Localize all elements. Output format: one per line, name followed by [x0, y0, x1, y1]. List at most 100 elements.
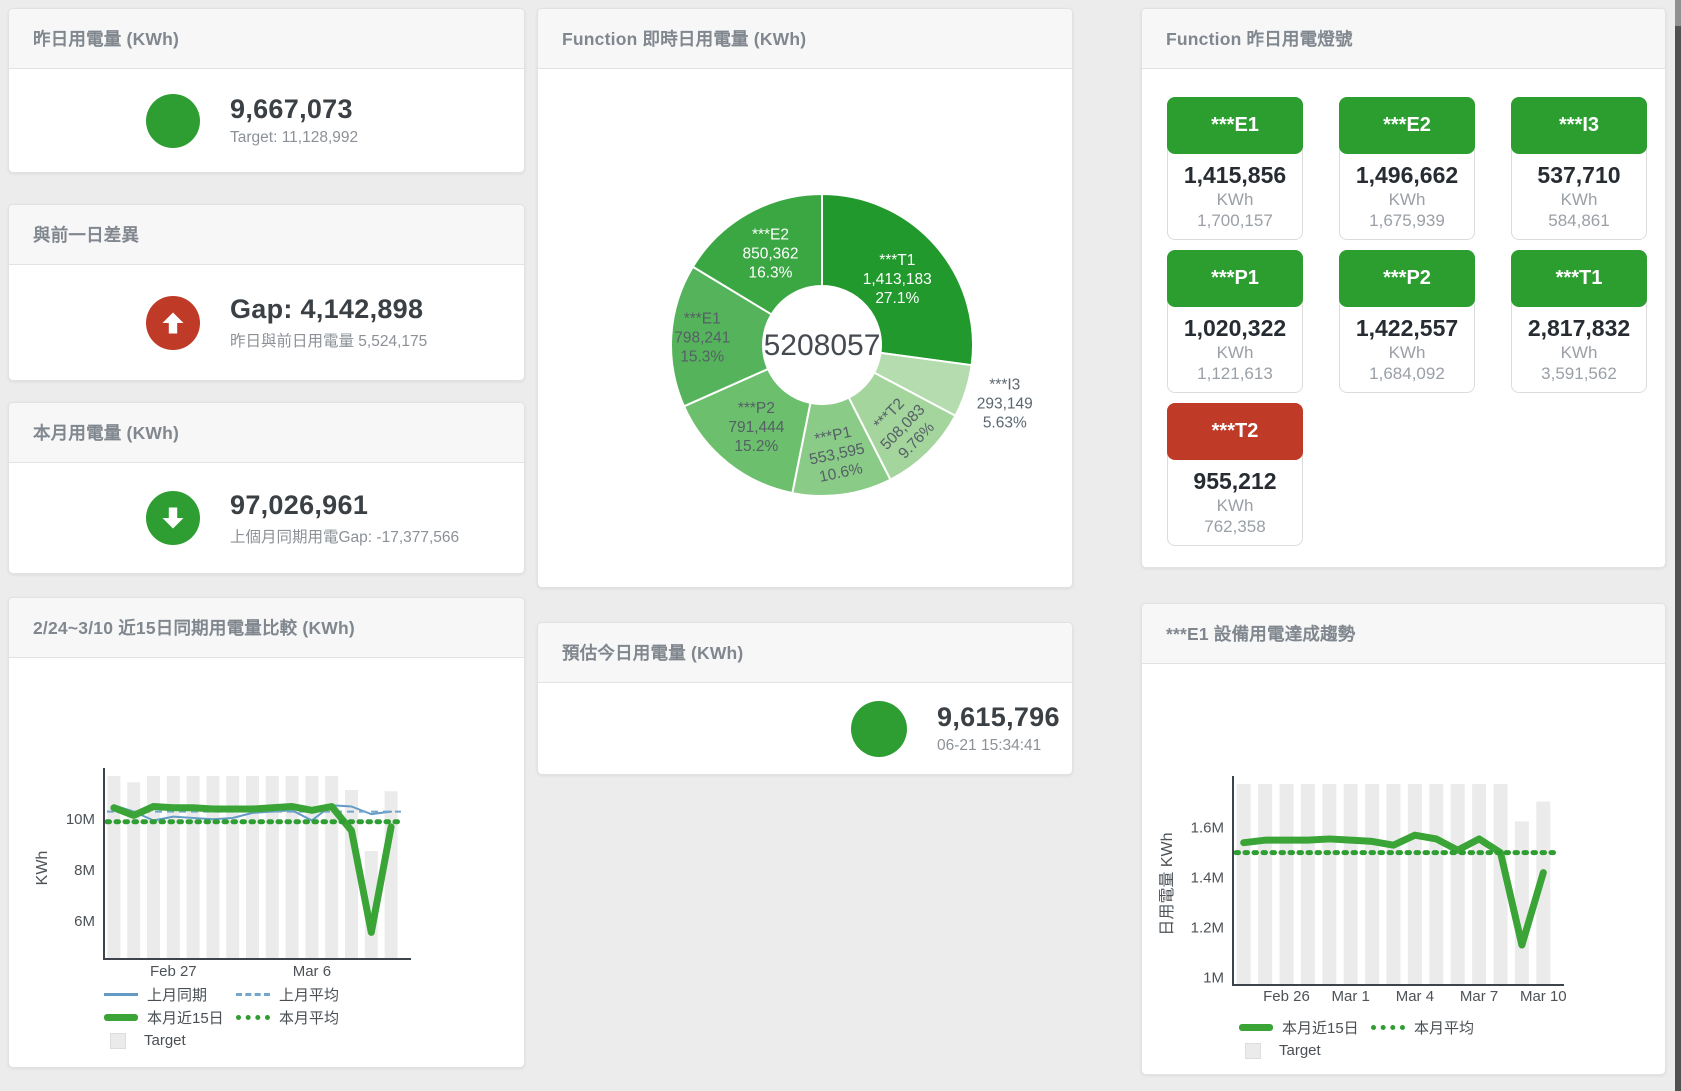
card-header: 預估今日用電量 (KWh): [538, 623, 1072, 683]
legend-label: 本月平均: [1414, 1017, 1474, 1038]
tile-value: 1,415,856: [1168, 162, 1302, 189]
target-bar: [1408, 784, 1422, 985]
y-tick-label: 8M: [74, 862, 95, 879]
card-header: 本月用電量 (KWh): [9, 403, 524, 463]
tile-target: 3,591,562: [1512, 364, 1646, 384]
svg-text:798,241: 798,241: [674, 329, 730, 346]
svg-text:***I3: ***I3: [989, 377, 1020, 394]
target-bar: [1429, 784, 1443, 985]
tile-name: ***E1: [1167, 97, 1303, 154]
target-bar: [167, 776, 180, 959]
tile-value: 2,817,832: [1512, 315, 1646, 342]
kpi-subtitle: Target: 11,128,992: [230, 129, 358, 147]
target-bar: [345, 790, 358, 959]
card-month-usage: 本月用電量 (KWh) 97,026,961 上個月同期用電Gap: -17,3…: [8, 402, 525, 574]
x-tick-label: Mar 10: [1520, 988, 1567, 1005]
legend-item-line[interactable]: 本月近15日: [104, 1007, 236, 1028]
tile-unit: KWh: [1340, 190, 1474, 210]
legend-label: 上月同期: [147, 984, 207, 1005]
svg-text:***E2: ***E2: [752, 227, 789, 244]
legend-item-bar[interactable]: Target: [104, 1032, 236, 1049]
legend-swatch-icon: [1371, 1025, 1405, 1030]
y-tick-label: 10M: [66, 811, 95, 828]
svg-text:16.3%: 16.3%: [748, 265, 792, 282]
tile-value: 537,710: [1512, 162, 1646, 189]
card-compare-chart: 2/24~3/10 近15日同期用電量比較 (KWh) 6M8M10MFeb 2…: [8, 597, 525, 1068]
x-tick-label: Mar 6: [293, 963, 331, 980]
legend-item-line[interactable]: 本月近15日: [1239, 1017, 1371, 1038]
target-bar: [385, 791, 398, 959]
svg-text:***P2: ***P2: [738, 400, 775, 417]
compare-chart-legend: 上月同期 上月平均本月近15日 本月平均 Target: [104, 983, 368, 1052]
target-bar: [1515, 821, 1529, 985]
kpi-value: 9,667,073: [230, 94, 358, 125]
tile-target: 584,861: [1512, 211, 1646, 231]
target-bar: [246, 776, 259, 959]
light-tile-E2: ***E21,496,662KWh1,675,939: [1339, 97, 1475, 240]
scrollbar[interactable]: [1675, 0, 1681, 1091]
card-header: 昨日用電量 (KWh): [9, 9, 524, 69]
legend-label: Target: [144, 1032, 186, 1049]
tile-value: 1,496,662: [1340, 162, 1474, 189]
x-tick-label: Mar 1: [1332, 988, 1370, 1005]
tile-value: 955,212: [1168, 468, 1302, 495]
y-tick-label: 1.4M: [1191, 870, 1224, 887]
y-tick-label: 6M: [74, 913, 95, 930]
kpi-value: Gap: 4,142,898: [230, 294, 427, 325]
legend-swatch-icon: [236, 993, 270, 996]
scrollbar-thumb[interactable]: [1675, 0, 1681, 26]
donut-chart: ***T11,413,18327.1%***I3293,1495.63%***T…: [538, 69, 1074, 589]
tile-name: ***P2: [1339, 250, 1475, 307]
card-lights: Function 昨日用電燈號 ***E11,415,856KWh1,700,1…: [1141, 8, 1666, 568]
card-header: Function 即時日用電量 (KWh): [538, 9, 1072, 69]
legend-swatch-icon: [110, 1033, 126, 1049]
legend-item-line[interactable]: 上月同期: [104, 984, 236, 1005]
x-tick-label: Mar 7: [1460, 988, 1498, 1005]
legend-swatch-icon: [104, 993, 138, 996]
legend-item-dashed[interactable]: 上月平均: [236, 984, 368, 1005]
target-bar: [1344, 784, 1358, 985]
legend-label: 上月平均: [279, 984, 339, 1005]
legend-swatch-icon: [1245, 1043, 1261, 1059]
svg-text:***E1: ***E1: [684, 310, 721, 327]
svg-text:***T1: ***T1: [879, 252, 915, 269]
legend-item-dotted[interactable]: 本月平均: [236, 1007, 368, 1028]
legend-swatch-icon: [104, 1014, 138, 1021]
target-bar: [305, 776, 318, 959]
kpi-subtitle: 昨日與前日用電量 5,524,175: [230, 329, 427, 351]
target-bar: [187, 776, 200, 959]
target-bar: [1322, 784, 1336, 985]
tile-unit: KWh: [1512, 343, 1646, 363]
legend-swatch-icon: [1239, 1024, 1273, 1031]
x-tick-label: Mar 4: [1396, 988, 1434, 1005]
tile-target: 1,675,939: [1340, 211, 1474, 231]
legend-label: Target: [1279, 1042, 1321, 1059]
y-tick-label: 1.6M: [1191, 820, 1224, 837]
dashboard: 昨日用電量 (KWh) 9,667,073 Target: 11,128,992…: [0, 0, 1681, 1091]
tile-unit: KWh: [1168, 343, 1302, 363]
target-bar: [1237, 784, 1251, 985]
card-title: 預估今日用電量 (KWh): [562, 640, 743, 665]
svg-text:15.3%: 15.3%: [680, 348, 724, 365]
svg-text:5.63%: 5.63%: [983, 415, 1027, 432]
legend-label: 本月平均: [279, 1007, 339, 1028]
kpi-value: 9,615,796: [937, 702, 1060, 733]
light-tile-T2: ***T2955,212KWh762,358: [1167, 403, 1303, 546]
legend-item-bar[interactable]: Target: [1239, 1042, 1371, 1059]
light-tile-T1: ***T12,817,832KWh3,591,562: [1511, 250, 1647, 393]
target-bar: [127, 782, 140, 959]
legend-label: 本月近15日: [147, 1007, 224, 1028]
tile-unit: KWh: [1340, 343, 1474, 363]
tile-name: ***I3: [1511, 97, 1647, 154]
tile-unit: KWh: [1512, 190, 1646, 210]
x-tick-label: Feb 26: [1263, 988, 1310, 1005]
light-tile-E1: ***E11,415,856KWh1,700,157: [1167, 97, 1303, 240]
trend-line-chart: 1M1.2M1.4M1.6MFeb 26Mar 1Mar 4Mar 7Mar 1…: [1142, 664, 1667, 1009]
up-arrow-icon: [146, 296, 200, 350]
card-title: 與前一日差異: [33, 222, 139, 247]
light-tile-P1: ***P11,020,322KWh1,121,613: [1167, 250, 1303, 393]
legend-item-dotted[interactable]: 本月平均: [1371, 1017, 1503, 1038]
status-circle-icon: [851, 701, 907, 757]
legend-label: 本月近15日: [1282, 1017, 1359, 1038]
y-tick-label: 1.2M: [1191, 920, 1224, 937]
